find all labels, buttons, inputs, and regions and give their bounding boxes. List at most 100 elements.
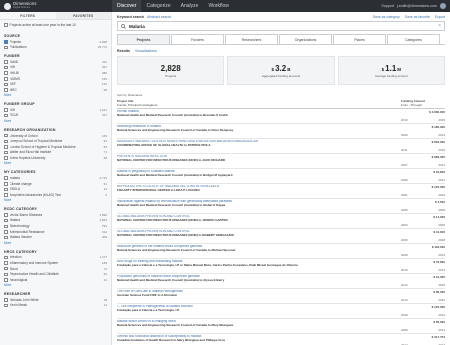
filter-option[interactable]: MRC 98: [0, 87, 111, 93]
filter-checkbox[interactable]: [4, 278, 8, 282]
filter-option[interactable]: Vector-Borne Diseases 1,892: [0, 212, 111, 218]
save-favorite-button[interactable]: Save as favorite: [405, 15, 430, 19]
filter-checkbox[interactable]: [4, 272, 8, 277]
sort-dropdown[interactable]: Sort by: Relevance: [117, 93, 445, 97]
filter-checkbox[interactable]: [4, 71, 8, 75]
filter-checkbox[interactable]: [4, 45, 8, 50]
filter-checkbox[interactable]: [4, 213, 8, 217]
results-view-tab[interactable]: Results: [117, 49, 130, 53]
filter-option[interactable]: NHLBI 280: [0, 70, 111, 76]
filter-option[interactable]: Antimicrobial Resistance 612: [0, 229, 111, 235]
tab-filters[interactable]: FILTERS: [0, 12, 56, 19]
filter-checkbox[interactable]: [4, 150, 8, 155]
abstract-search-option[interactable]: Abstract search: [147, 15, 171, 19]
table-row[interactable]: Malaria vector control in a changing wor…: [117, 319, 445, 334]
table-row[interactable]: Modelling resistance in Malaria Natural …: [117, 124, 445, 139]
filter-checkbox[interactable]: [4, 82, 8, 87]
filter-option[interactable]: Infection 1,277: [0, 255, 111, 261]
filter-checkbox[interactable]: [4, 40, 8, 44]
filter-checkbox[interactable]: [4, 298, 8, 302]
filter-option[interactable]: Liverpool School of Tropical Medicine 97: [0, 139, 111, 145]
table-row[interactable]: Vaccination against malaria by immunizat…: [117, 199, 445, 214]
close-icon[interactable]: ×: [438, 23, 441, 29]
table-row[interactable]: Molecular genetics of the malaria vector…: [117, 244, 445, 259]
filter-option[interactable]: NIH 397: [0, 65, 111, 71]
filter-checkbox[interactable]: [4, 145, 8, 149]
tab-funders[interactable]: Funders: [171, 34, 224, 44]
filter-checkbox[interactable]: [4, 230, 8, 234]
search-input[interactable]: Malaria ×: [117, 21, 445, 31]
filter-option[interactable]: Johns Hopkins University 68: [0, 155, 111, 161]
filter-option[interactable]: NSF 132: [0, 82, 111, 88]
filter-checkbox[interactable]: [4, 235, 8, 240]
filter-checkbox[interactable]: [4, 261, 8, 265]
filter-checkbox[interactable]: [4, 182, 8, 186]
filter-option[interactable]: Walter and Eliza Hall Institute 71: [0, 150, 111, 156]
filter-option[interactable]: RCUK 317: [0, 113, 111, 119]
save-category-button[interactable]: Save as category: [373, 15, 400, 19]
filter-checkbox[interactable]: [4, 88, 8, 92]
filter-option[interactable]: Neurological 41: [0, 277, 111, 283]
filter-option[interactable]: Projects 2,828: [0, 39, 111, 45]
user-email[interactable]: j.smith@dimensions.com: [397, 4, 437, 8]
table-row[interactable]: Malaria in pregnancy in Sulawesi Islands…: [117, 169, 445, 184]
filter-option[interactable]: Reproductive Health and Childbirth 52: [0, 272, 111, 278]
support-link[interactable]: Support: [381, 4, 394, 8]
filter-option[interactable]: EBOLA 11: [0, 187, 111, 193]
visualizations-view-tab[interactable]: Visualizations: [135, 49, 157, 53]
filter-checkbox[interactable]: [4, 156, 8, 160]
filter-checkbox[interactable]: [4, 176, 8, 180]
filter-checkbox[interactable]: [4, 224, 8, 229]
table-row[interactable]: New drugs for treating and eradicating m…: [117, 259, 445, 274]
table-row[interactable]: Genetic and functional dissection of sus…: [117, 334, 445, 345]
filter-option[interactable]: Biotechnology 794: [0, 223, 111, 229]
dimensions-logo[interactable]: Dimensions Digital Science: [0, 0, 112, 12]
tab-categories[interactable]: Categories: [387, 34, 440, 44]
filter-checkbox[interactable]: [4, 193, 8, 197]
filter-checkbox[interactable]: [4, 218, 8, 223]
filter-checkbox[interactable]: [4, 187, 8, 192]
filter-option[interactable]: London School of Hygiene & Tropical Medi…: [0, 144, 111, 150]
filter-checkbox[interactable]: [4, 108, 8, 112]
filter-checkbox[interactable]: [4, 303, 8, 308]
nav-tab-categorize[interactable]: Categorize: [141, 0, 175, 12]
filter-checkbox[interactable]: [4, 113, 8, 118]
tab-organizations[interactable]: Organizations: [279, 34, 332, 44]
filter-checkbox[interactable]: [4, 139, 8, 144]
tab-projects[interactable]: Projects: [117, 34, 170, 44]
table-row[interactable]: MALAGASY MALARIA TOOL BOX MONITORING AND…: [117, 139, 445, 154]
nav-tab-workflow[interactable]: Workflow: [203, 0, 233, 12]
filter-option[interactable]: University of Oxford 163: [0, 133, 111, 139]
filter-option[interactable]: NIGMS 156: [0, 76, 111, 82]
filter-option[interactable]: Nicholas John White 18: [0, 297, 111, 303]
table-row[interactable]: GLOBAL MALARIA PREVENTION AND CONTROL NA…: [117, 229, 445, 244]
tab-places[interactable]: Places: [333, 34, 386, 44]
filter-option[interactable]: Blood 74: [0, 266, 111, 272]
filter-option[interactable]: Inflammatory and Immune System 189: [0, 260, 111, 266]
filter-checkbox[interactable]: [4, 133, 8, 138]
table-row[interactable]: GLOBAL MALARIA PREVENTION AND CONTROL NA…: [117, 214, 445, 229]
tab-researchers[interactable]: Researchers: [225, 34, 278, 44]
filter-option[interactable]: malaria 2,733: [0, 175, 111, 181]
filter-option[interactable]: Kevin Marsh 14: [0, 303, 111, 309]
nav-tab-analyze[interactable]: Analyze: [176, 0, 204, 12]
filter-option[interactable]: Publications 32,774: [0, 45, 111, 51]
filter-option[interactable]: NIAID 412: [0, 59, 111, 65]
filter-checkbox[interactable]: [4, 266, 8, 271]
table-row[interactable]: T- Cell Response in Pathogenesis of Mala…: [117, 304, 445, 319]
nav-tab-discover[interactable]: Discover: [112, 0, 142, 12]
filter-checkbox[interactable]: [4, 65, 8, 70]
filter-option[interactable]: Malaria Vaccine 409: [0, 235, 111, 241]
filter-checkbox[interactable]: [4, 77, 8, 81]
filter-option[interactable]: NIH 1,247: [0, 107, 111, 113]
table-row[interactable]: PREVENTS MALARIA INFECTION NATIONAL CENT…: [117, 154, 445, 169]
filter-option[interactable]: Anopheles laboratories (MLAG) Test 4: [0, 192, 111, 198]
active-years-checkbox[interactable]: [4, 23, 8, 27]
filter-checkbox[interactable]: [4, 60, 8, 64]
filter-option[interactable]: Climate change 61: [0, 181, 111, 187]
keyword-search-option[interactable]: Keyword search: [117, 15, 144, 19]
filter-option[interactable]: Malaria 1,834: [0, 218, 111, 224]
table-row[interactable]: REPRODUCTIVE ECOLOGY OF MALARIA VECTORS …: [117, 184, 445, 199]
export-button[interactable]: Export: [435, 15, 445, 19]
table-row[interactable]: Human Malaria National Health and Medica…: [117, 109, 445, 124]
